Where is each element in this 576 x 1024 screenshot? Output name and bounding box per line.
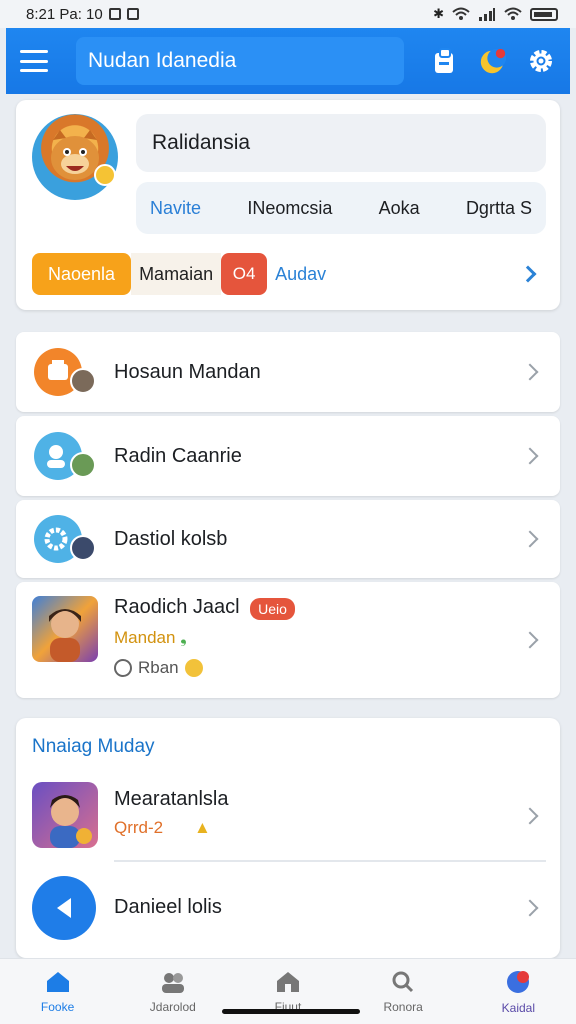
status-right: ✱ bbox=[433, 6, 558, 22]
profile-card: Ralidansia Navite INeomcsia Aoka Dgrtta … bbox=[16, 100, 560, 310]
chip-primary[interactable]: Naoenla bbox=[32, 253, 132, 295]
clipboard-icon[interactable] bbox=[430, 46, 460, 76]
list-item-label: Hosaun Mandan bbox=[114, 360, 261, 383]
chevron-right-icon bbox=[521, 807, 539, 825]
chip-link[interactable]: Audav bbox=[275, 264, 326, 285]
mini-avatar bbox=[70, 535, 96, 561]
nav-label: Jdarolod bbox=[149, 999, 196, 1014]
mini-avatar bbox=[70, 368, 96, 394]
section-item[interactable]: Mearatanlsla Qrrd-2 ▲ bbox=[16, 774, 560, 858]
list-item-label: Radin Caanrie bbox=[114, 444, 242, 467]
chevron-right-icon bbox=[521, 447, 539, 465]
profile-chip-row: Naoenla Mamaian O4 Audav bbox=[32, 252, 546, 296]
status-time: 8:21 Pa: 10 bbox=[26, 5, 103, 23]
tab-dgrtta[interactable]: Dgrtta S bbox=[466, 198, 532, 219]
nav-feed[interactable]: Fiuut bbox=[243, 970, 333, 1014]
clock-icon bbox=[114, 659, 132, 677]
status-bar: 8:21 Pa: 10 ✱ bbox=[0, 0, 576, 28]
send-icon bbox=[32, 876, 96, 940]
list-item-meta: Rban bbox=[138, 658, 179, 677]
chevron-right-icon[interactable] bbox=[519, 265, 537, 283]
chevron-right-icon bbox=[521, 530, 539, 548]
home-icon bbox=[46, 971, 69, 992]
signal-icon bbox=[479, 8, 495, 21]
leaf-icon: ❟ bbox=[180, 628, 187, 647]
search-icon bbox=[392, 971, 414, 992]
wifi-icon bbox=[452, 7, 470, 20]
chevron-right-icon bbox=[521, 631, 539, 649]
chip-count[interactable]: O4 bbox=[221, 253, 268, 295]
section-item-label: Mearatanlsla bbox=[114, 788, 229, 810]
gear-badge-icon bbox=[34, 515, 96, 563]
list-item-label: Dastiol kolsb bbox=[114, 527, 228, 550]
section-item[interactable]: Danieel lolis bbox=[16, 868, 560, 948]
profile-avatar[interactable] bbox=[32, 114, 118, 200]
tab-navite[interactable]: Navite bbox=[150, 198, 201, 219]
nav-friends[interactable]: Jdarolod bbox=[128, 970, 218, 1014]
app-notification-icon bbox=[126, 8, 139, 20]
featured-meta-row: Rban bbox=[114, 658, 203, 678]
home-indicator[interactable] bbox=[222, 1009, 360, 1014]
avatar-badge-icon bbox=[94, 164, 116, 186]
house-icon bbox=[276, 971, 299, 992]
chevron-right-icon bbox=[521, 899, 539, 917]
list-item-featured[interactable]: Raodich Jaacl Ueio Mandan ❟ Rban bbox=[16, 582, 560, 698]
profile-name[interactable]: Ralidansia bbox=[136, 114, 546, 172]
bottom-nav: Fooke Jdarolod Fiuut Ronora Kaidal bbox=[0, 958, 576, 1024]
divider bbox=[114, 860, 546, 862]
people-icon bbox=[34, 432, 96, 480]
chevron-right-icon bbox=[521, 363, 539, 381]
section-title: Nnaiag Muday bbox=[32, 736, 155, 757]
featured-avatar bbox=[32, 596, 98, 662]
section-item-label: Danieel lolis bbox=[114, 896, 222, 918]
group-icon bbox=[34, 348, 96, 396]
tab-ineomcsia[interactable]: INeomcsia bbox=[247, 198, 332, 219]
notification-icon bbox=[108, 8, 121, 20]
featured-subtitle-row: Mandan ❟ bbox=[114, 628, 187, 648]
list-item[interactable]: Radin Caanrie bbox=[16, 416, 560, 496]
nav-label: Kaidal bbox=[501, 1000, 536, 1015]
list-item[interactable]: Hosaun Mandan bbox=[16, 332, 560, 412]
list-item-subtitle: Mandan bbox=[114, 628, 176, 647]
list-item-label: Raodich Jaacl bbox=[114, 596, 240, 618]
bluetooth-icon: ✱ bbox=[433, 6, 444, 21]
profile-tabs: Navite INeomcsia Aoka Dgrtta S bbox=[136, 182, 546, 234]
nav-search[interactable]: Ronora bbox=[358, 970, 448, 1014]
status-badge: Ueio bbox=[250, 597, 295, 620]
contact-list: Hosaun Mandan Radin Caanrie Dastiol kols… bbox=[16, 332, 560, 698]
chip-secondary[interactable]: Mamaian bbox=[131, 253, 222, 295]
app-bar-actions bbox=[430, 46, 556, 76]
wifi-icon-secondary bbox=[504, 7, 522, 20]
section-item-avatar bbox=[32, 782, 98, 848]
people-icon bbox=[161, 972, 184, 993]
featured-title-row: Raodich Jaacl Ueio bbox=[114, 596, 295, 620]
status-left: 8:21 Pa: 10 bbox=[26, 6, 139, 23]
profile-icon bbox=[507, 970, 530, 993]
warning-icon: ▲ bbox=[194, 818, 211, 837]
tab-aoka[interactable]: Aoka bbox=[379, 198, 420, 219]
mini-avatar bbox=[70, 452, 96, 478]
nav-label: Ronora bbox=[383, 999, 423, 1014]
moon-notification-icon[interactable] bbox=[478, 46, 508, 76]
app-bar: Nudan Idanedia bbox=[6, 28, 570, 94]
section-item-subtitle: Qrrd-2 bbox=[114, 818, 164, 837]
nav-home[interactable]: Fooke bbox=[13, 970, 103, 1014]
gear-icon[interactable] bbox=[526, 46, 556, 76]
list-item[interactable]: Dastiol kolsb bbox=[16, 500, 560, 578]
battery-icon bbox=[530, 7, 558, 21]
emoji-icon bbox=[184, 659, 203, 677]
menu-icon[interactable] bbox=[20, 50, 48, 72]
nav-profile[interactable]: Kaidal bbox=[473, 969, 563, 1015]
nav-label: Fooke bbox=[40, 999, 75, 1014]
section-card: Nnaiag Muday Mearatanlsla Qrrd-2 ▲ Danie… bbox=[16, 718, 560, 958]
app-title[interactable]: Nudan Idanedia bbox=[76, 37, 404, 85]
